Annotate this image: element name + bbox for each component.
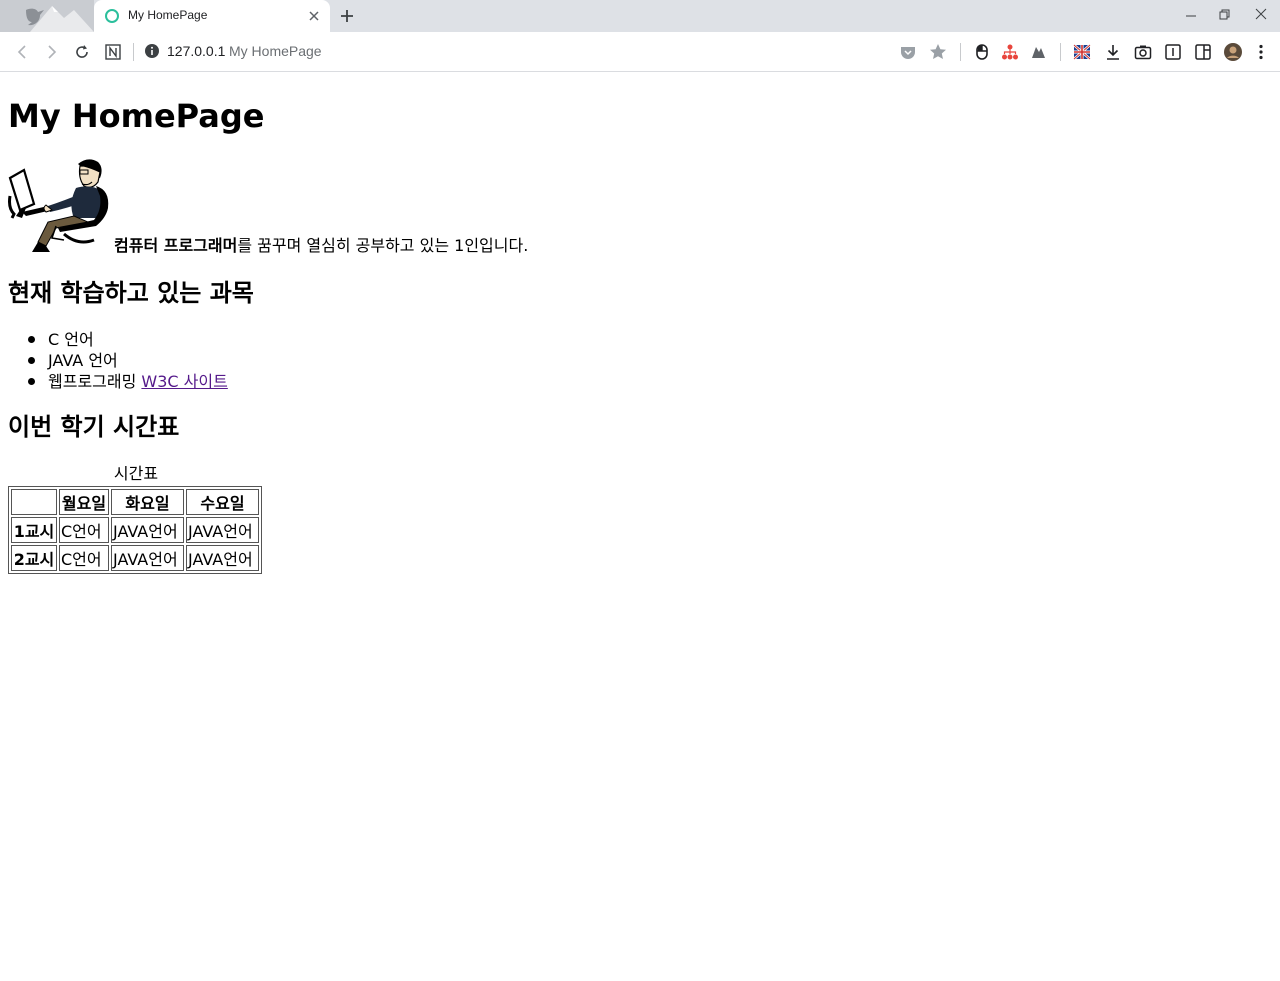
restore-icon[interactable] [1214,4,1236,26]
translate-flag-icon[interactable] [1072,42,1092,62]
download-icon[interactable] [1103,42,1123,62]
extension-icon[interactable] [1028,42,1048,62]
timetable: 월요일 화요일 수요일 1교시 C언어 JAVA언어 JAVA언어 2교시 C언… [8,486,262,574]
table-header-cell: 월요일 [59,489,109,515]
active-tab[interactable]: My HomePage [94,0,330,32]
table-row: 1교시 C언어 JAVA언어 JAVA언어 [11,517,259,543]
sitemap-extension-icon[interactable] [1000,42,1020,62]
courses-heading: 현재 학습하고 있는 과목 [8,279,254,307]
page-title: My HomePage [8,97,265,135]
course-label: 웹프로그래밍 [48,372,142,391]
tab-title: My HomePage [128,8,208,22]
timetable-heading: 이번 학기 시간표 [8,413,180,441]
forward-icon[interactable] [42,42,62,62]
table-cell: C언어 [59,517,109,543]
table-header-row: 월요일 화요일 수요일 [11,489,259,515]
pinned-tab-thumbnail [0,0,94,32]
tab-strip: My HomePage [0,0,1280,32]
naver-icon[interactable] [103,42,123,62]
toolbar-separator [960,43,961,61]
pinned-tab[interactable] [0,0,94,32]
camera-icon[interactable] [1133,42,1153,62]
side-panel-icon[interactable] [1193,42,1213,62]
table-cell: JAVA언어 [111,545,184,571]
course-label: JAVA 언어 [48,351,118,370]
period-label: 1교시 [11,517,57,543]
intro-text: 컴퓨터 프로그래머를 꿈꾸며 열심히 공부하고 있는 1인입니다. [114,236,528,256]
intro-paragraph: 컴퓨터 프로그래머를 꿈꾸며 열심히 공부하고 있는 1인입니다. [8,156,528,256]
favicon-icon [105,9,119,23]
address-bar-title[interactable]: My HomePage [229,43,322,59]
reader-mode-icon[interactable] [1163,42,1183,62]
table-row: 2교시 C언어 JAVA언어 JAVA언어 [11,545,259,571]
table-header-cell [11,489,57,515]
programmer-illustration [8,159,109,252]
toolbar-separator [1060,43,1061,61]
list-item: C 언어 [8,329,228,350]
toolbar-separator [133,43,134,61]
list-item: 웹프로그래밍 W3C 사이트 [8,371,228,392]
intro-rest: 를 꿈꾸며 열심히 공부하고 있는 1인입니다. [237,236,529,255]
table-cell: JAVA언어 [111,517,184,543]
table-header-cell: 화요일 [111,489,184,515]
w3c-site-link[interactable]: W3C 사이트 [141,372,227,391]
timetable-caption: 시간표 [113,464,159,483]
window-close-icon[interactable] [1250,4,1272,26]
table-cell: JAVA언어 [186,517,259,543]
page-content: My HomePage 컴퓨터 프로그래머를 꿈꾸며 열심히 공부하고 있는 1… [0,72,1280,981]
reload-icon[interactable] [72,42,92,62]
list-item: JAVA 언어 [8,350,228,371]
bookmark-star-icon[interactable] [928,42,948,62]
course-label: C 언어 [48,330,94,349]
mouse-extension-icon[interactable] [972,42,992,62]
intro-highlight: 컴퓨터 프로그래머 [114,236,238,255]
new-tab-button[interactable] [338,7,356,25]
site-info-icon[interactable] [144,43,160,59]
back-icon[interactable] [12,42,32,62]
table-header-cell: 수요일 [186,489,259,515]
table-cell: JAVA언어 [186,545,259,571]
table-cell: C언어 [59,545,109,571]
browser-toolbar: 127.0.0.1 My HomePage [0,32,1280,72]
period-label: 2교시 [11,545,57,571]
course-list: C 언어 JAVA 언어 웹프로그래밍 W3C 사이트 [8,329,228,392]
address-bar-host[interactable]: 127.0.0.1 [167,43,225,59]
menu-kebab-icon[interactable] [1251,42,1271,62]
pocket-icon[interactable] [898,42,918,62]
minimize-icon[interactable] [1180,4,1202,26]
close-icon[interactable] [306,8,322,24]
profile-avatar-icon[interactable] [1223,42,1243,62]
